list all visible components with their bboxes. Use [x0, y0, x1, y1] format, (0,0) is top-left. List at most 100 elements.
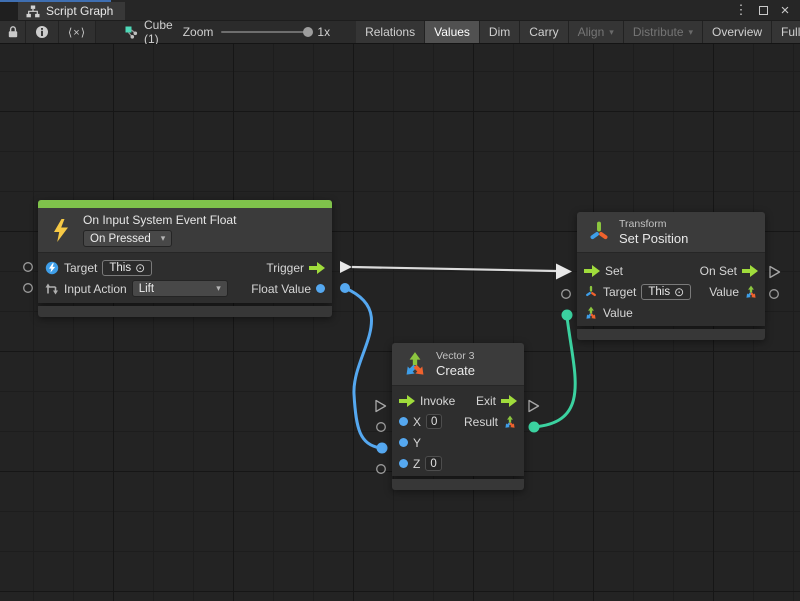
chevron-down-icon: ▾ — [609, 27, 614, 38]
input-action-dropdown[interactable]: Lift ▾ — [132, 280, 228, 297]
dim-label: Dim — [489, 25, 510, 39]
distribute-label: Distribute — [633, 25, 684, 39]
chevron-down-icon: ▾ — [216, 283, 221, 294]
graph-node-icon — [124, 25, 138, 39]
window-controls: ⋮ × — [732, 0, 800, 20]
port-transform-target-in[interactable] — [562, 290, 571, 299]
on-set-label: On Set — [700, 264, 737, 278]
port-trigger-out[interactable] — [340, 261, 352, 273]
port-x-in[interactable] — [377, 423, 386, 432]
zoom-slider-handle[interactable] — [303, 27, 313, 37]
input-action-label: Input Action — [64, 282, 127, 296]
value-out-label: Value — [709, 285, 739, 299]
window-menu-button[interactable]: ⋮ — [732, 2, 750, 18]
event-mode-dropdown[interactable]: On Pressed ▾ — [83, 230, 172, 247]
z-port-dot[interactable] — [399, 459, 408, 468]
port-float-value-out[interactable] — [340, 283, 350, 293]
flow-arrow-icon — [501, 395, 517, 407]
object-picker-icon: ⊙ — [674, 286, 684, 298]
node-footer — [38, 306, 332, 317]
flow-arrow-icon — [399, 395, 415, 407]
chevron-down-icon: ▾ — [689, 27, 694, 38]
x-value-field[interactable]: 0 — [426, 414, 442, 429]
node-subtitle: Vector 3 — [436, 350, 475, 362]
code-view-button[interactable]: ⟨×⟩ — [59, 21, 96, 43]
graph-toolbar: ⟨×⟩ Cube (1) Zoom 1x Relations Values Di… — [0, 20, 800, 44]
lock-icon — [6, 25, 20, 39]
wire-floatvalue-to-y[interactable] — [345, 288, 380, 448]
input-action-icon — [45, 282, 59, 296]
value-in-label: Value — [603, 306, 633, 320]
align-label: Align — [578, 25, 605, 39]
port-value-out[interactable] — [770, 290, 779, 299]
flow-arrow-icon — [742, 265, 758, 277]
trigger-label: Trigger — [266, 261, 304, 275]
lightning-bolt-icon — [52, 219, 69, 242]
distribute-button[interactable]: Distribute ▾ — [624, 21, 703, 43]
overview-button[interactable]: Overview — [703, 21, 772, 43]
zoom-control: Zoom 1x — [183, 21, 330, 43]
exit-label: Exit — [476, 394, 496, 408]
transform-target-this-value: This — [648, 286, 670, 298]
maximize-button[interactable] — [754, 2, 772, 18]
float-value-port-dot[interactable] — [316, 284, 325, 293]
node-footer — [392, 479, 524, 490]
invoke-label: Invoke — [420, 394, 455, 408]
port-value-in[interactable] — [562, 310, 573, 321]
port-exit-out[interactable] — [529, 401, 539, 412]
node-vector3-create[interactable]: Vector 3 Create Invoke Exit — [392, 343, 524, 490]
port-z-in[interactable] — [377, 465, 386, 474]
port-input-action-in[interactable] — [24, 284, 33, 293]
graph-selector-label: Cube (1) — [144, 18, 173, 46]
relations-button[interactable]: Relations — [356, 21, 425, 43]
event-accent-bar — [38, 200, 332, 208]
graph-selector-button[interactable]: Cube (1) — [114, 21, 183, 43]
vector3-icon — [402, 351, 428, 377]
x-port-dot[interactable] — [399, 417, 408, 426]
maximize-icon — [759, 6, 768, 15]
dim-button[interactable]: Dim — [480, 21, 520, 43]
fullscreen-button[interactable]: Full Screen — [772, 21, 800, 43]
port-result-out[interactable] — [529, 422, 540, 433]
align-button[interactable]: Align ▾ — [569, 21, 624, 43]
wire-trigger-to-set[interactable] — [352, 267, 556, 271]
set-label: Set — [605, 264, 623, 278]
script-graph-window: Script Graph ⋮ × — [0, 0, 800, 601]
port-onset-out[interactable] — [770, 267, 780, 278]
zoom-slider[interactable] — [221, 31, 309, 33]
z-label: Z — [413, 457, 420, 471]
port-invoke-in[interactable] — [376, 401, 386, 412]
node-footer — [577, 329, 765, 340]
node-title: Create — [436, 363, 475, 378]
fullscreen-label: Full Screen — [781, 25, 800, 39]
tab-script-graph[interactable]: Script Graph — [18, 2, 125, 20]
port-y-in[interactable] — [377, 443, 388, 454]
tab-bar-lead — [0, 0, 18, 20]
wire-result-to-value[interactable] — [534, 317, 575, 427]
y-port-dot[interactable] — [399, 438, 408, 447]
close-button[interactable]: × — [776, 2, 794, 18]
kebab-menu-icon: ⋮ — [735, 2, 748, 18]
port-event-target-in[interactable] — [24, 263, 33, 272]
transform-icon — [587, 220, 611, 244]
transform-mini-icon — [584, 285, 598, 299]
port-set-in[interactable] — [556, 264, 572, 280]
values-button[interactable]: Values — [425, 21, 480, 43]
flow-arrow-icon — [584, 265, 600, 277]
target-this-chip[interactable]: This ⊙ — [102, 260, 152, 276]
transform-target-this-chip[interactable]: This ⊙ — [641, 284, 691, 300]
z-value-field[interactable]: 0 — [425, 456, 441, 471]
node-title: On Input System Event Float — [83, 213, 236, 227]
lock-button[interactable] — [0, 21, 26, 43]
carry-button[interactable]: Carry — [520, 21, 568, 43]
overview-label: Overview — [712, 25, 762, 39]
input-action-value: Lift — [139, 283, 154, 295]
graph-hierarchy-icon — [26, 5, 40, 18]
node-transform-set-position[interactable]: Transform Set Position Set On Set — [577, 212, 765, 340]
node-on-input-system-event-float[interactable]: On Input System Event Float On Pressed ▾ — [38, 200, 332, 317]
tab-bar: Script Graph ⋮ × — [0, 0, 800, 20]
code-icon: ⟨×⟩ — [68, 26, 86, 39]
graph-canvas[interactable]: On Input System Event Float On Pressed ▾ — [0, 44, 800, 601]
zoom-value: 1x — [317, 25, 330, 39]
info-button[interactable] — [26, 21, 59, 43]
